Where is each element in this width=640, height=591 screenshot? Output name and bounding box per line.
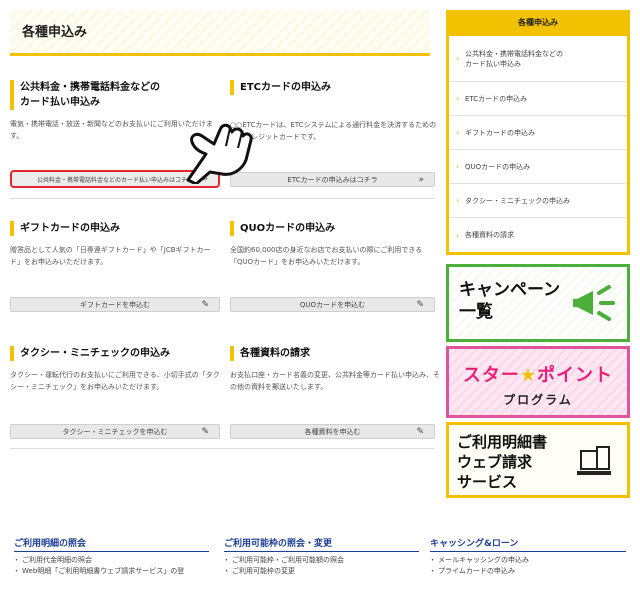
button-label: ETCカードの申込みはコチラ: [287, 175, 378, 184]
footer-column-title[interactable]: キャッシング&ローン: [430, 536, 626, 552]
button-label: QUOカードを申込む: [299, 300, 366, 309]
sidebar-item-label: 公共料金・携帯電話料金などの カード払い申込み: [465, 49, 563, 68]
sidebar-title: 各種申込み: [446, 10, 630, 36]
card-title: QUOカードの申込み: [230, 221, 440, 236]
web-statement-service-banner[interactable]: ご利用明細書 ウェブ請求 サービス: [446, 422, 630, 498]
sidebar-item-documents[interactable]: › 各種資料の請求: [449, 218, 627, 252]
page-title: 各種申込み: [22, 25, 88, 40]
footer-column-title[interactable]: ご利用可能枠の照会・変更: [224, 536, 419, 552]
footer-column-limit: ご利用可能枠の照会・変更 ご利用可能枠・ご利用可能額の照会 ご利用可能枠の変更: [223, 536, 419, 577]
laptop-phone-icon: [577, 446, 611, 475]
sidebar-list: › 公共料金・携帯電話料金などの カード払い申込み › ETCカードの申込み ›…: [446, 36, 630, 255]
card-title: ギフトカードの申込み: [10, 221, 220, 236]
card-description: 全国約60,000店の身近なお店でお支払いの際にご利用できる「QUOカード」をお…: [230, 246, 423, 266]
button-label: ギフトカードを申込む: [80, 300, 150, 309]
sidebar-item-label: ETCカードの申込み: [465, 94, 528, 103]
banner-title: スター★ポイント: [449, 361, 627, 387]
sidebar-item-label: タクシー・ミニチェックの申込み: [465, 196, 570, 205]
sidebar-menu: 各種申込み › 公共料金・携帯電話料金などの カード払い申込み › ETCカード…: [446, 10, 630, 255]
documents-request-button[interactable]: 各種資料を申込む ✎: [230, 424, 435, 439]
page-header: 各種申込み: [10, 10, 430, 56]
footer-link[interactable]: ご利用可能枠・ご利用可能額の照会: [223, 555, 419, 566]
pencil-square-icon: ✎: [416, 426, 424, 437]
chevron-right-icon: ›: [456, 196, 460, 205]
sidebar-item-label: QUOカードの申込み: [465, 162, 531, 171]
double-chevron-right-icon: »: [418, 174, 424, 185]
card-description: ○○ETCカードは、ETCシステムによる通行料金を決済するための専用クレジットカ…: [230, 121, 437, 141]
campaign-list-banner[interactable]: キャンペーン 一覧: [446, 264, 630, 342]
footer-link[interactable]: プライムカードの申込み: [429, 566, 626, 577]
star-point-program-banner[interactable]: スター★ポイント プログラム: [446, 346, 630, 418]
card-title: 各種資料の請求: [230, 346, 440, 361]
chevron-right-icon: ›: [456, 128, 460, 137]
card-title: ETCカードの申込み: [230, 80, 440, 95]
chevron-right-icon: ›: [456, 94, 460, 103]
banner-title-part: ポイント: [537, 365, 614, 386]
card-etc: ETCカードの申込み ○○ETCカードは、ETCシステムによる通行料金を決済する…: [230, 80, 440, 143]
sidebar-item-taxi-check[interactable]: › タクシー・ミニチェックの申込み: [449, 184, 627, 218]
button-label: 各種資料を申込む: [304, 427, 361, 436]
sidebar-item-utility-payment[interactable]: › 公共料金・携帯電話料金などの カード払い申込み: [449, 36, 627, 82]
banner-title: キャンペーン 一覧: [459, 280, 561, 322]
pencil-square-icon: ✎: [416, 299, 424, 310]
card-description: お支払口座・カード名義の変更、公共料金等カード払い申込み、その他の資料を郵送いた…: [230, 371, 440, 391]
card-description: タクシー・運転代行のお支払いにご利用できる、小切手式の「タクシー・ミニチェック」…: [10, 371, 220, 391]
banner-subtitle: プログラム: [503, 393, 573, 407]
sidebar-item-etc[interactable]: › ETCカードの申込み: [449, 82, 627, 116]
pencil-square-icon: ✎: [201, 299, 209, 310]
card-taxi-check: タクシー・ミニチェックの申込み タクシー・運転代行のお支払いにご利用できる、小切…: [10, 346, 220, 393]
footer-column-cashing: キャッシング&ローン メールキャッシングの申込み プライムカードの申込み: [429, 536, 626, 577]
sidebar-item-gift[interactable]: › ギフトカードの申込み: [449, 116, 627, 150]
chevron-right-icon: ›: [456, 230, 460, 240]
gift-card-apply-button[interactable]: ギフトカードを申込む ✎: [10, 297, 220, 312]
button-label: タクシー・ミニチェックを申込む: [62, 427, 168, 436]
footer-column-title[interactable]: ご利用明細の照会: [14, 536, 209, 552]
chevron-right-icon: ›: [456, 162, 460, 171]
sidebar-item-quo[interactable]: › QUOカードの申込み: [449, 150, 627, 184]
quo-card-apply-button[interactable]: QUOカードを申込む ✎: [230, 297, 435, 312]
footer-column-statement: ご利用明細の照会 ご利用代金明細の照会 Web明細「ご利用明細書ウェブ請求サービ…: [13, 536, 209, 577]
button-label: 公共料金・携帯電話料金などのカード払い申込みはコチラ: [36, 176, 193, 184]
divider: [10, 448, 435, 449]
footer-links: ご利用明細の照会 ご利用代金明細の照会 Web明細「ご利用明細書ウェブ請求サービ…: [0, 532, 640, 591]
pencil-square-icon: ✎: [201, 426, 209, 437]
banner-title-part: スター: [462, 365, 520, 386]
sidebar-item-label: 各種資料の請求: [465, 231, 514, 239]
card-documents: 各種資料の請求 お支払口座・カード名義の変更、公共料金等カード払い申込み、その他…: [230, 346, 440, 393]
card-gift: ギフトカードの申込み 贈答品として人気の「日専連ギフトカード」や「JCBギフトカ…: [10, 221, 220, 268]
card-quo: QUOカードの申込み 全国約60,000店の身近なお店でお支払いの際にご利用でき…: [230, 221, 440, 268]
main-content: 各種申込み 公共料金・携帯電話料金などの カード払い申込み 電気・携帯電話・放送…: [0, 0, 440, 500]
footer-link[interactable]: ご利用可能枠の変更: [223, 566, 419, 577]
card-title: タクシー・ミニチェックの申込み: [10, 346, 220, 361]
megaphone-icon: [573, 285, 615, 321]
sidebar-item-label: ギフトカードの申込み: [465, 128, 535, 137]
banner-title: ご利用明細書 ウェブ請求 サービス: [457, 433, 548, 491]
divider: [10, 198, 435, 199]
chevron-right-icon: ›: [456, 54, 460, 63]
star-icon: ★: [519, 365, 538, 386]
etc-apply-button[interactable]: ETCカードの申込みはコチラ »: [230, 172, 435, 187]
pointing-hand-icon: [186, 123, 253, 184]
card-description: 贈答品として人気の「日専連ギフトカード」や「JCBギフトカード」をお申込みいただ…: [10, 246, 211, 266]
footer-link[interactable]: ご利用代金明細の照会: [13, 555, 209, 566]
footer-link[interactable]: メールキャッシングの申込み: [429, 555, 626, 566]
footer-link[interactable]: Web明細「ご利用明細書ウェブ請求サービス」の登: [13, 566, 209, 577]
taxi-check-apply-button[interactable]: タクシー・ミニチェックを申込む ✎: [10, 424, 220, 439]
